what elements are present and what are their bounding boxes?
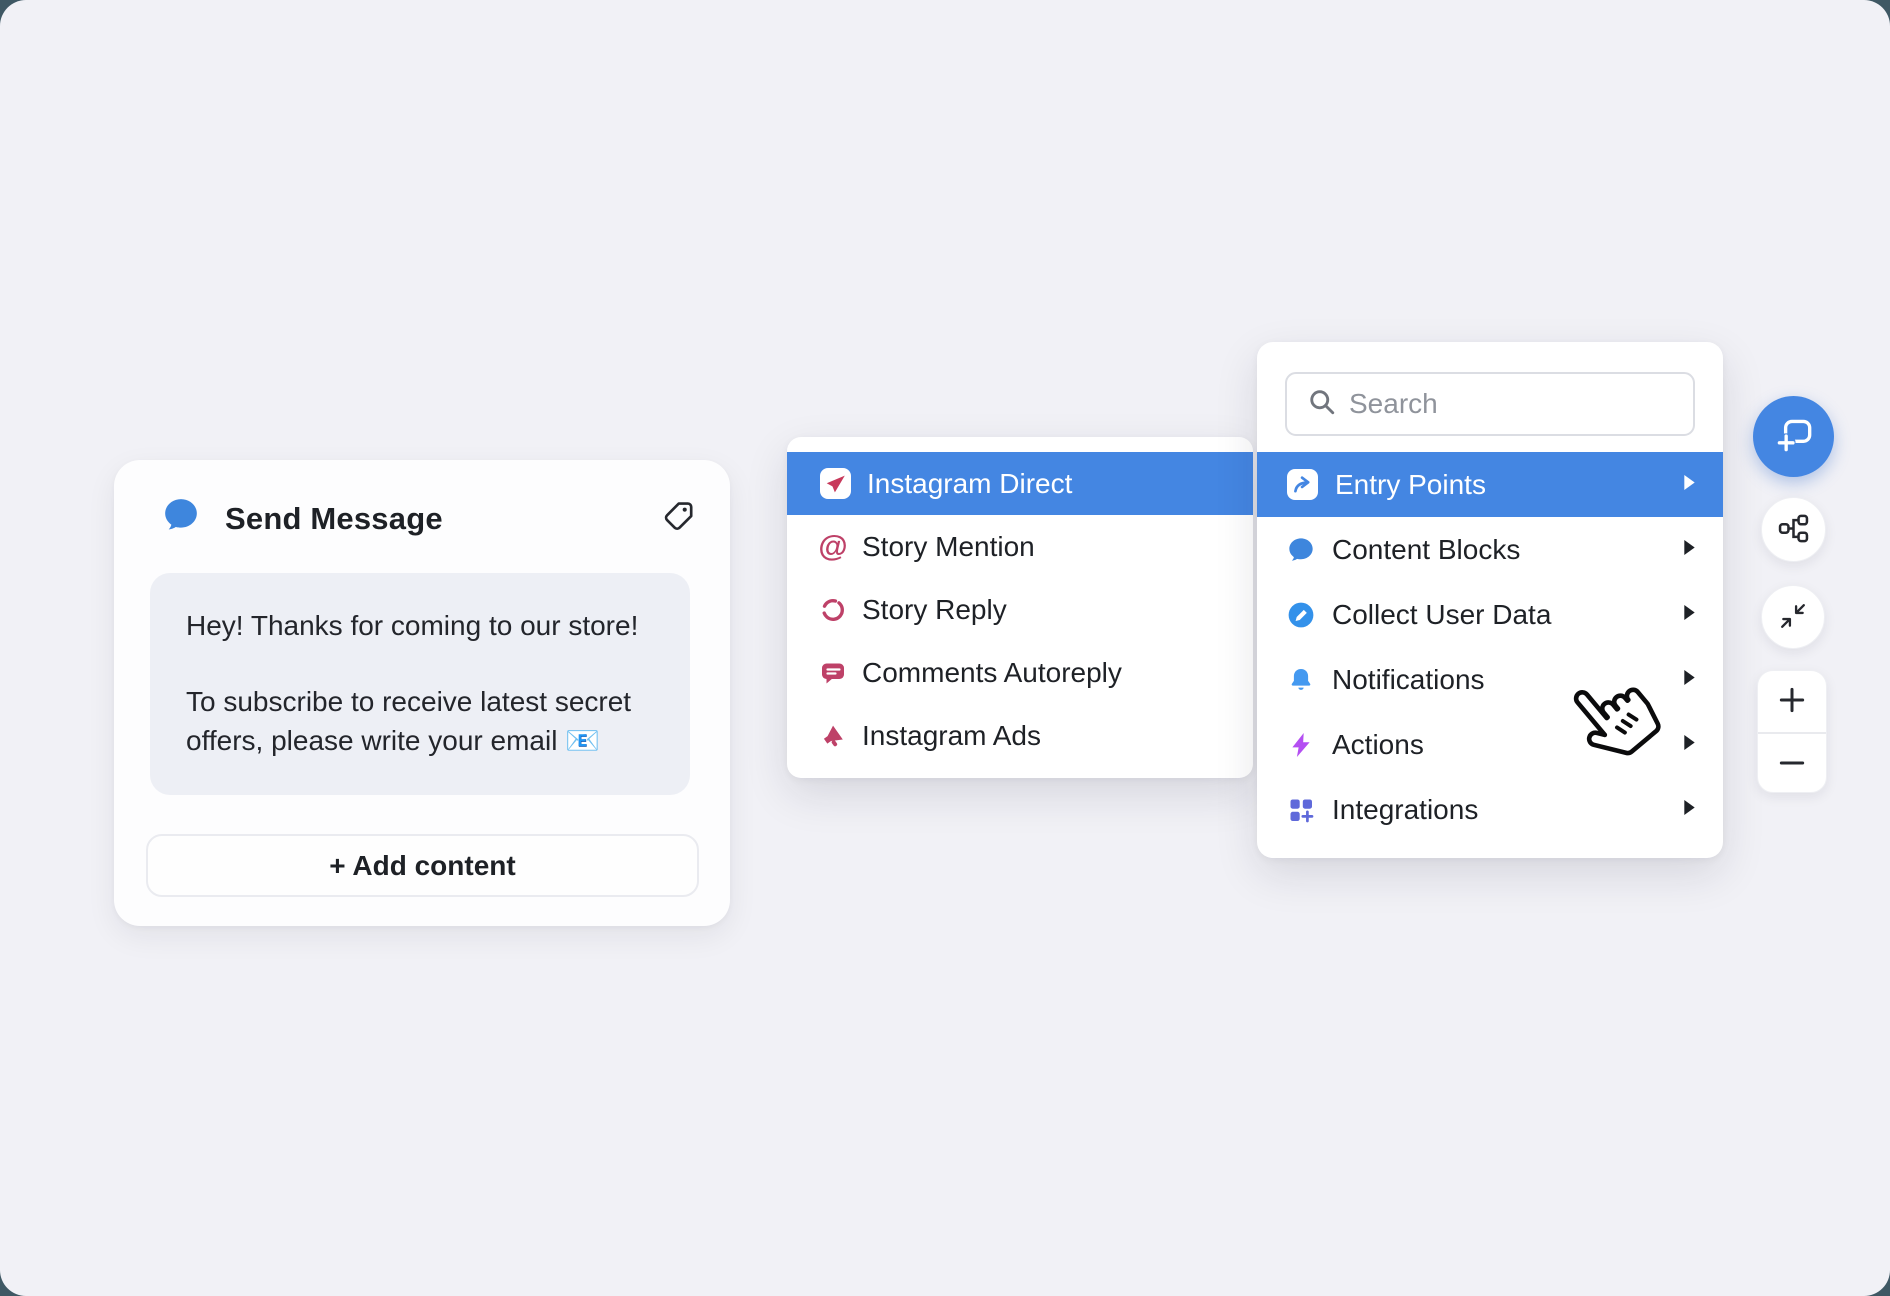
chevron-right-icon bbox=[1684, 735, 1695, 755]
menu-item-content-blocks[interactable]: Content Blocks bbox=[1257, 517, 1723, 582]
search-icon bbox=[1307, 387, 1337, 422]
menu-item-notifications[interactable]: Notifications bbox=[1257, 647, 1723, 712]
add-node-button[interactable] bbox=[1753, 396, 1834, 477]
message-paragraph: Hey! Thanks for coming to our store! bbox=[186, 606, 654, 645]
minus-icon bbox=[1776, 747, 1808, 782]
menu-item-label: Entry Points bbox=[1335, 469, 1667, 501]
menu-item-label: Content Blocks bbox=[1332, 534, 1667, 566]
story-reply-icon bbox=[820, 597, 846, 623]
menu-item-collect-user-data[interactable]: Collect User Data bbox=[1257, 582, 1723, 647]
menu-item-story-mention[interactable]: @ Story Mention bbox=[787, 515, 1253, 578]
menu-item-actions[interactable]: Actions bbox=[1257, 712, 1723, 777]
workflow-icon bbox=[1775, 510, 1812, 550]
menu-item-label: Actions bbox=[1332, 729, 1667, 761]
flow-structure-button[interactable] bbox=[1761, 497, 1826, 562]
integrations-icon bbox=[1287, 796, 1315, 824]
menu-item-instagram-direct[interactable]: Instagram Direct bbox=[787, 452, 1253, 515]
menu-item-label: Story Reply bbox=[862, 594, 1225, 626]
collect-user-data-icon bbox=[1287, 601, 1315, 629]
tag-icon[interactable] bbox=[660, 496, 696, 532]
zoom-in-button[interactable] bbox=[1758, 671, 1826, 732]
add-node-icon bbox=[1771, 412, 1817, 461]
menu-item-instagram-ads[interactable]: Instagram Ads bbox=[787, 704, 1253, 767]
menu-item-label: Notifications bbox=[1332, 664, 1667, 696]
menu-item-comments-autoreply[interactable]: Comments Autoreply bbox=[787, 641, 1253, 704]
plus-icon bbox=[1776, 684, 1808, 719]
menu-item-label: Instagram Direct bbox=[867, 468, 1225, 500]
menu-item-label: Comments Autoreply bbox=[862, 657, 1225, 689]
chat-bubble-icon bbox=[162, 496, 200, 534]
instagram-ads-icon bbox=[820, 723, 846, 749]
comments-autoreply-icon bbox=[820, 660, 846, 686]
block-picker-menu: Entry Points Content Blocks bbox=[1257, 342, 1723, 858]
entry-points-icon bbox=[1287, 469, 1318, 500]
menu-item-entry-points[interactable]: Entry Points bbox=[1257, 452, 1723, 517]
search-input[interactable] bbox=[1349, 388, 1675, 420]
story-mention-icon: @ bbox=[820, 534, 846, 560]
menu-item-story-reply[interactable]: Story Reply bbox=[787, 578, 1253, 641]
collapse-arrows-icon bbox=[1776, 599, 1810, 636]
actions-icon bbox=[1287, 731, 1315, 759]
instagram-direct-icon bbox=[820, 468, 851, 499]
menu-item-label: Story Mention bbox=[862, 531, 1225, 563]
menu-item-label: Integrations bbox=[1332, 794, 1667, 826]
menu-item-label: Instagram Ads bbox=[862, 720, 1225, 752]
content-blocks-icon bbox=[1287, 536, 1315, 564]
notifications-icon bbox=[1287, 666, 1315, 694]
chevron-right-icon bbox=[1684, 605, 1695, 625]
search-field[interactable] bbox=[1285, 372, 1695, 436]
chevron-right-icon bbox=[1684, 800, 1695, 820]
zoom-out-button[interactable] bbox=[1758, 734, 1826, 794]
collapse-view-button[interactable] bbox=[1761, 585, 1825, 649]
menu-item-integrations[interactable]: Integrations bbox=[1257, 777, 1723, 842]
node-title: Send Message bbox=[225, 501, 443, 537]
message-text-block[interactable]: Hey! Thanks for coming to our store! To … bbox=[150, 573, 690, 795]
entry-points-flyout-menu: Instagram Direct @ Story Mention Story R… bbox=[787, 437, 1253, 778]
chevron-right-icon bbox=[1684, 540, 1695, 560]
message-paragraph: To subscribe to receive latest secret of… bbox=[186, 682, 654, 760]
zoom-control bbox=[1757, 670, 1827, 793]
flow-canvas[interactable]: Send Message Hey! Thanks for coming to o… bbox=[0, 0, 1890, 1296]
chevron-right-icon bbox=[1684, 670, 1695, 690]
chevron-right-icon bbox=[1684, 475, 1695, 495]
menu-item-label: Collect User Data bbox=[1332, 599, 1667, 631]
add-content-button[interactable]: + Add content bbox=[146, 834, 699, 897]
